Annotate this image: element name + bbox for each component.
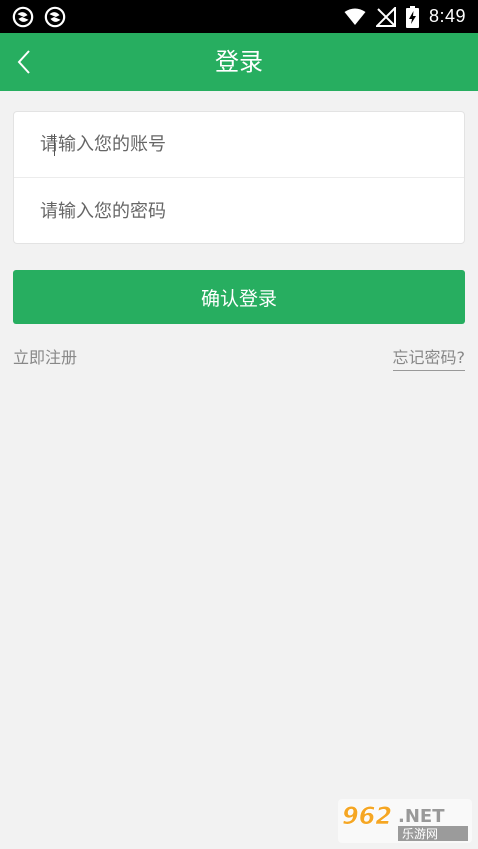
status-notifications: [12, 6, 66, 28]
app-bar: 登录: [0, 33, 478, 91]
text-caret: [54, 134, 55, 156]
battery-charging-icon: [405, 5, 419, 28]
chevron-left-icon: [17, 50, 30, 74]
status-bar: 8:49: [0, 0, 478, 33]
forgot-password-link[interactable]: 忘记密码?: [392, 344, 465, 371]
wifi-icon: [344, 8, 366, 25]
app-notification-icon: [44, 6, 66, 28]
login-button[interactable]: 确认登录: [13, 270, 465, 324]
app-notification-icon: [12, 6, 34, 28]
register-link[interactable]: 立即注册: [13, 344, 77, 368]
status-indicators: 8:49: [344, 0, 466, 33]
account-input[interactable]: [40, 124, 464, 165]
svg-text:962: 962: [342, 802, 392, 830]
account-field-row: [14, 112, 464, 178]
status-time: 8:49: [428, 6, 466, 26]
password-field-row: [14, 178, 464, 244]
login-form: [13, 111, 465, 244]
password-input[interactable]: [40, 191, 464, 231]
page-title: 登录: [215, 48, 263, 76]
back-button[interactable]: [4, 33, 44, 91]
no-signal-icon: [375, 6, 396, 27]
svg-text:.NET: .NET: [398, 806, 445, 827]
svg-text:乐游网: 乐游网: [402, 827, 438, 841]
watermark-logo: 962 .NET 乐游网: [338, 799, 472, 843]
